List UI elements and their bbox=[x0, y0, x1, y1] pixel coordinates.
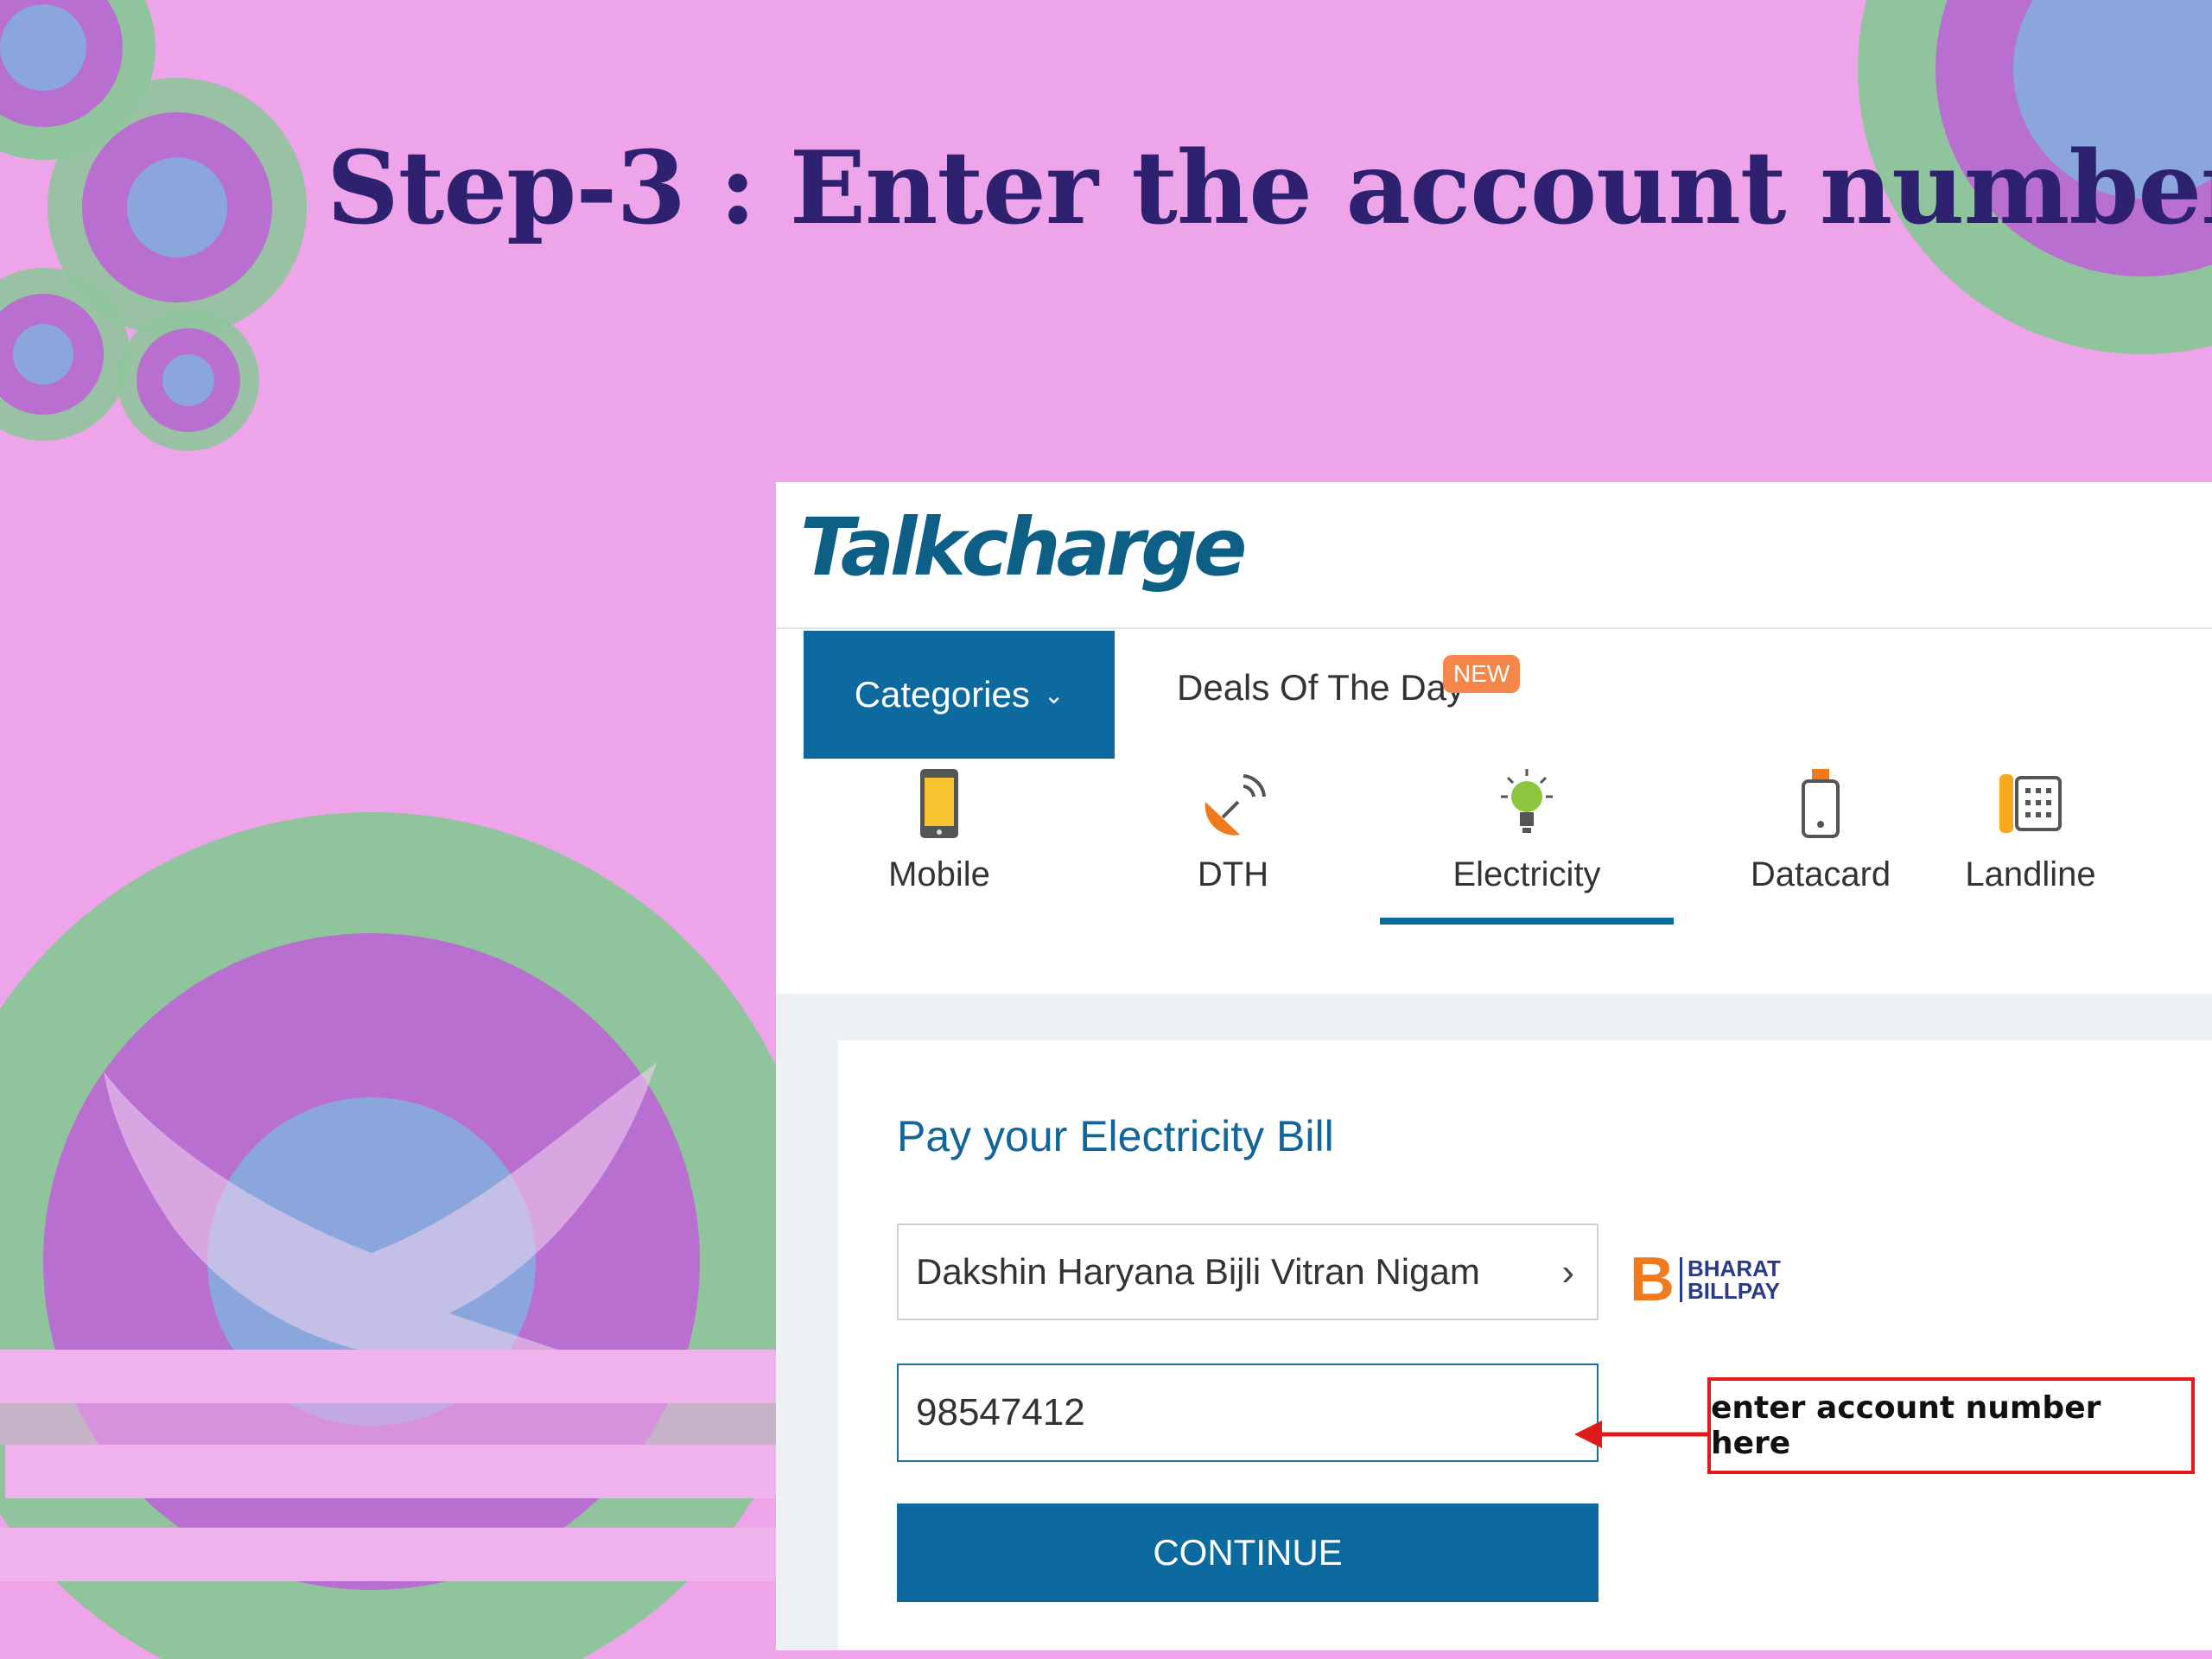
callout-arrow-icon bbox=[1574, 1421, 1707, 1448]
tab-dth-label: DTH bbox=[1197, 855, 1269, 893]
chevron-down-icon: ⌄ bbox=[1043, 681, 1065, 709]
callout-box: enter account number here bbox=[1707, 1377, 2195, 1474]
satellite-dish-icon bbox=[1205, 774, 1266, 836]
mobile-phone-icon bbox=[920, 769, 958, 838]
operator-selector[interactable]: Dakshin Haryana Bijli Vitran Nigam › bbox=[897, 1224, 1599, 1320]
slide-title: Step-3 : Enter the account number bbox=[327, 130, 2212, 247]
tab-dth[interactable]: DTH bbox=[1086, 767, 1380, 919]
talkcharge-logo[interactable]: Talkcharge bbox=[800, 501, 1247, 594]
bill-payment-form: Pay your Electricity Bill Dakshin Haryan… bbox=[838, 1040, 2212, 1650]
form-title: Pay your Electricity Bill bbox=[897, 1112, 1334, 1160]
operator-value: Dakshin Haryana Bijli Vitran Nigam bbox=[916, 1251, 1480, 1292]
deals-of-the-day-link[interactable]: Deals Of The Day bbox=[1177, 667, 1465, 709]
light-bulb-icon bbox=[1501, 769, 1553, 833]
talkcharge-screenshot: Talkcharge Categories ⌄ Deals Of The Day… bbox=[776, 482, 2212, 1650]
tab-mobile[interactable]: Mobile bbox=[792, 767, 1086, 919]
tab-mobile-label: Mobile bbox=[888, 855, 990, 893]
bbps-b-mark: B bbox=[1630, 1245, 1675, 1314]
bharat-billpay-logo: B BHARAT BILLPAY bbox=[1630, 1244, 1781, 1315]
tab-electricity-label: Electricity bbox=[1452, 855, 1601, 893]
category-tabs: Mobile DTH Electricity Datacard Landline bbox=[776, 767, 2212, 925]
usb-datacard-icon bbox=[1802, 769, 1840, 838]
tab-landline[interactable]: Landline bbox=[1884, 767, 2177, 919]
bbps-line2: BILLPAY bbox=[1688, 1278, 1780, 1304]
bbps-text: BHARAT BILLPAY bbox=[1680, 1257, 1781, 1302]
tab-landline-label: Landline bbox=[1965, 855, 2096, 893]
site-header: Talkcharge bbox=[776, 482, 2212, 629]
continue-button[interactable]: CONTINUE bbox=[897, 1503, 1599, 1602]
categories-label: Categories bbox=[854, 674, 1030, 715]
new-badge: NEW bbox=[1443, 655, 1521, 693]
landline-phone-icon bbox=[1999, 774, 2062, 833]
chevron-right-icon: › bbox=[1561, 1251, 1574, 1294]
tab-electricity[interactable]: Electricity bbox=[1380, 767, 1674, 925]
categories-button[interactable]: Categories ⌄ bbox=[804, 631, 1115, 759]
